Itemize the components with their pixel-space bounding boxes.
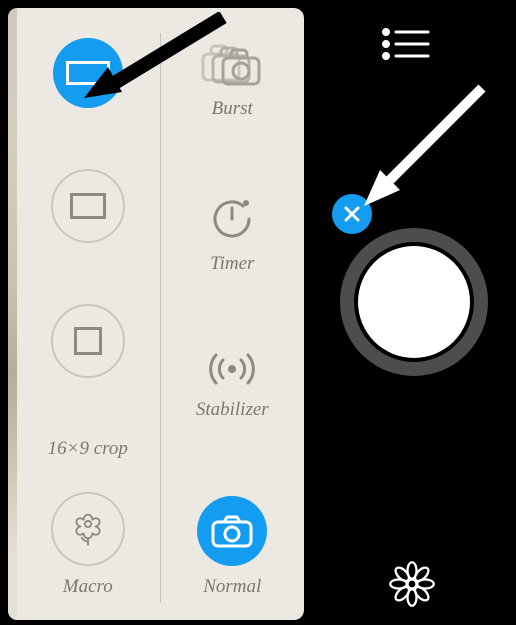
crop-square-option[interactable] — [51, 304, 125, 407]
crop-4x3-icon — [51, 169, 125, 243]
crop-4x3-option[interactable] — [51, 169, 125, 272]
stabilizer-label: Stabilizer — [196, 399, 269, 421]
timer-label: Timer — [210, 253, 254, 275]
macro-label: Macro — [63, 576, 113, 598]
timer-option[interactable]: Timer — [208, 195, 256, 275]
normal-label: Normal — [203, 576, 261, 598]
effects-flower-icon[interactable] — [388, 560, 436, 608]
shutter-button[interactable] — [340, 228, 488, 376]
left-panel-edge — [8, 8, 17, 620]
stabilizer-option[interactable]: Stabilizer — [196, 349, 269, 421]
crop-square-icon — [51, 304, 125, 378]
normal-option[interactable]: Normal — [197, 496, 267, 598]
camera-icon — [197, 496, 267, 566]
list-icon[interactable] — [382, 28, 430, 60]
crop-label: 16×9 crop — [48, 438, 128, 460]
shutter-inner — [358, 246, 470, 358]
annotation-arrow-black — [78, 12, 228, 102]
macro-option[interactable]: Macro — [51, 492, 125, 598]
crop-label-row: 16×9 crop — [48, 438, 128, 460]
timer-icon — [208, 195, 256, 243]
annotation-arrow-white — [352, 78, 492, 218]
stabilizer-icon — [203, 349, 261, 389]
flower-icon — [51, 492, 125, 566]
